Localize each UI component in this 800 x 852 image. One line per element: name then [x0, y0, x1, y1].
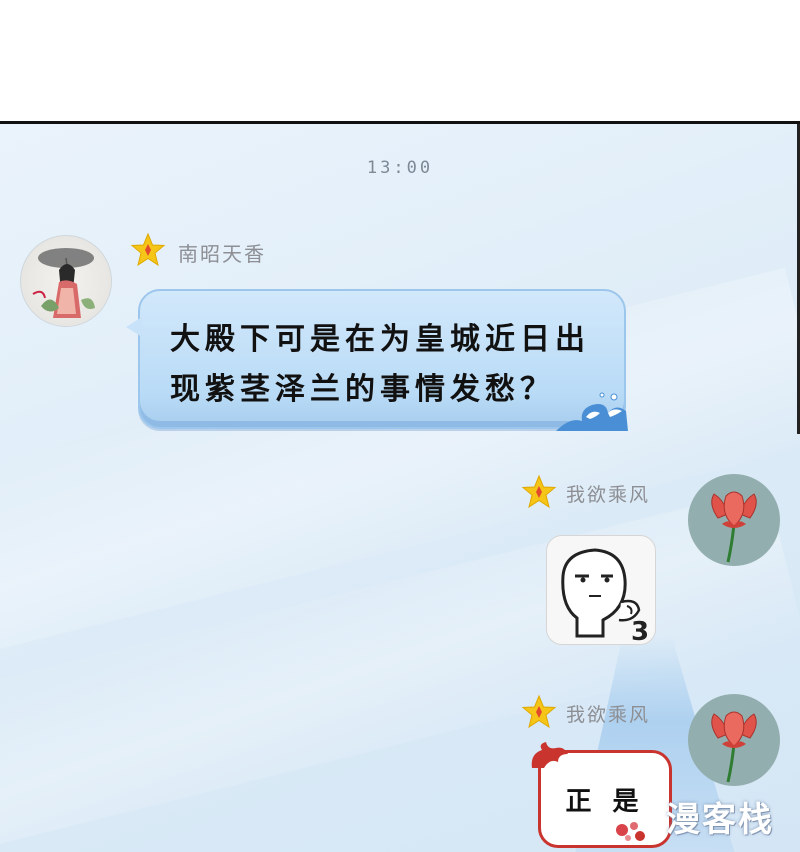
lotus-icon [711, 491, 757, 563]
sticker-message[interactable]: 3 [546, 535, 656, 645]
sender-name: 我欲乘风 [566, 704, 651, 726]
flame-decoration-icon [531, 742, 568, 768]
star-badge-icon [521, 694, 557, 729]
message-text: 大殿下可是在为皇城近日出 现紫茎泽兰的事情发愁？ [170, 315, 600, 415]
message-line: 现紫茎泽兰的事情发愁？ [170, 372, 555, 407]
character-portrait-icon [32, 248, 95, 318]
svg-text:3: 3 [631, 617, 649, 644]
message-text: 正 是 [565, 787, 645, 817]
avatar-lotus[interactable] [688, 694, 780, 786]
pointing-face-sticker-icon: 3 [561, 548, 649, 644]
wave-decoration-icon [556, 392, 628, 431]
message-bubble[interactable]: 大殿下可是在为皇城近日出 现紫茎泽兰的事情发愁？ [126, 289, 628, 431]
star-badge-icon [521, 474, 557, 509]
lotus-icon [711, 711, 757, 783]
blank-top-area [0, 0, 800, 121]
watermark-logo: 漫客栈 [666, 800, 774, 840]
bubble-tail [126, 317, 142, 337]
message-line: 大殿下可是在为皇城近日出 [170, 322, 590, 357]
sender-name: 南昭天香 [178, 242, 266, 266]
timestamp: 13:00 [366, 158, 434, 178]
chat-panel: 13:00 南昭天香 大殿下可是在为皇城近日出 现紫茎泽兰的事情发愁？ 我欲乘风… [0, 121, 800, 852]
avatar-lotus[interactable] [688, 474, 780, 566]
sender-name: 我欲乘风 [566, 484, 651, 506]
blossom-decoration-icon [616, 822, 645, 841]
star-badge-icon [130, 232, 166, 267]
avatar-nanzhao-tianxiang[interactable] [20, 235, 112, 327]
